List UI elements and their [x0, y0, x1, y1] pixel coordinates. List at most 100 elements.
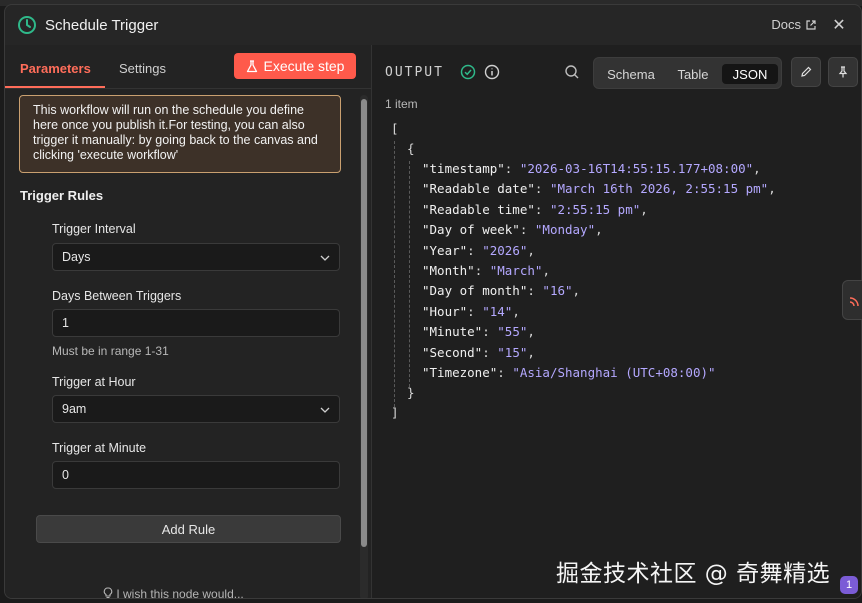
json-row: "timestamp": "2026-03-16T14:55:15.177+08… — [422, 159, 761, 179]
json-row: "Hour": "14", — [422, 302, 520, 322]
node-details-modal: Schedule Trigger Docs ✕ Parameters Setti… — [4, 4, 862, 599]
json-key[interactable]: "Year" — [422, 243, 467, 258]
publish-notice: This workflow will run on the schedule y… — [19, 95, 341, 173]
feed-icon — [849, 297, 859, 307]
trigger-hour-select[interactable]: 9am — [52, 395, 340, 423]
tab-parameters[interactable]: Parameters — [20, 61, 91, 76]
json-row: "Day of week": "Monday", — [422, 220, 603, 240]
view-schema-button[interactable]: Schema — [600, 64, 662, 84]
json-value[interactable]: "March" — [490, 263, 543, 278]
json-close-brace: } — [407, 385, 415, 400]
json-comma: , — [527, 242, 535, 258]
close-button[interactable]: ✕ — [831, 15, 847, 35]
json-value[interactable]: "16" — [542, 283, 572, 298]
json-row: "Second": "15", — [422, 343, 535, 363]
json-separator: : — [497, 365, 513, 380]
json-separator: : — [474, 263, 490, 278]
feedback-label: I wish this node would... — [116, 587, 244, 599]
json-key[interactable]: "Day of month" — [422, 283, 527, 298]
json-row: "Minute": "55", — [422, 322, 535, 342]
lightbulb-icon — [103, 587, 113, 598]
side-panel-tab[interactable] — [842, 280, 862, 320]
json-row: "Timezone": "Asia/Shanghai (UTC+08:00)" — [422, 363, 716, 383]
json-comma: , — [542, 263, 550, 278]
modal-title: Schedule Trigger — [45, 16, 159, 34]
json-value[interactable]: "Monday" — [535, 222, 595, 237]
success-check-icon — [460, 64, 476, 80]
json-key[interactable]: "Readable date" — [422, 181, 535, 196]
json-value[interactable]: "15" — [497, 345, 527, 360]
modal-header: Schedule Trigger — [5, 5, 861, 45]
trigger-interval-select[interactable]: Days — [52, 243, 340, 271]
json-separator: : — [467, 242, 483, 258]
json-comma: , — [640, 201, 648, 217]
view-mode-switch: Schema Table JSON — [593, 57, 782, 89]
json-value[interactable]: "Asia/Shanghai (UTC+08:00)" — [512, 365, 715, 380]
json-value[interactable]: "14" — [482, 304, 512, 319]
json-open-bracket: [ — [391, 121, 399, 136]
add-rule-button[interactable]: Add Rule — [36, 515, 341, 543]
json-row: "Month": "March", — [422, 261, 550, 281]
notification-badge[interactable]: 1 — [840, 576, 858, 594]
json-comma: , — [768, 181, 776, 197]
json-row: "Readable date": "March 16th 2026, 2:55:… — [422, 179, 776, 199]
json-key[interactable]: "timestamp" — [422, 161, 505, 176]
pin-data-button[interactable] — [828, 57, 858, 87]
json-row: "Year": "2026", — [422, 241, 535, 261]
view-table-button[interactable]: Table — [664, 64, 722, 84]
json-open-brace: { — [407, 141, 415, 156]
trigger-rules-title: Trigger Rules — [20, 188, 104, 203]
days-between-value: 1 — [62, 316, 69, 330]
active-tab-indicator — [5, 86, 105, 88]
flask-icon — [246, 59, 257, 72]
json-key[interactable]: "Minute" — [422, 324, 482, 339]
json-key[interactable]: "Timezone" — [422, 365, 497, 380]
json-comma: , — [527, 324, 535, 340]
json-comma: , — [595, 222, 603, 238]
json-key[interactable]: "Month" — [422, 263, 475, 278]
days-between-hint: Must be in range 1-31 — [52, 344, 169, 358]
output-label: OUTPUT — [385, 65, 444, 80]
json-value[interactable]: "2026" — [482, 243, 527, 258]
docs-link[interactable]: Docs — [771, 17, 817, 32]
json-key[interactable]: "Second" — [422, 345, 482, 360]
edit-output-button[interactable] — [791, 57, 821, 87]
chevron-down-icon — [320, 407, 330, 413]
json-key[interactable]: "Readable time" — [422, 202, 535, 217]
chevron-down-icon — [320, 255, 330, 261]
json-separator: : — [534, 181, 550, 197]
json-indent-guide — [409, 161, 410, 387]
output-panel: OUTPUT Schema Table JSON 1 item [{"tim… — [372, 45, 861, 598]
json-value[interactable]: "2:55:15 pm" — [550, 202, 640, 217]
json-comma: , — [572, 283, 581, 299]
json-separator: : — [534, 201, 550, 217]
json-comma: , — [753, 161, 761, 176]
info-icon[interactable] — [484, 64, 500, 80]
json-comma: , — [512, 303, 520, 319]
json-separator: : — [527, 283, 543, 299]
json-key[interactable]: "Hour" — [422, 304, 467, 319]
json-value[interactable]: "March 16th 2026, 2:55:15 pm" — [550, 181, 768, 196]
json-close-bracket: ] — [391, 405, 399, 420]
json-value[interactable]: "2026-03-16T14:55:15.177+08:00" — [520, 161, 753, 176]
search-icon[interactable] — [564, 64, 580, 80]
days-between-input[interactable]: 1 — [52, 309, 340, 337]
json-value[interactable]: "55" — [497, 324, 527, 339]
trigger-interval-label: Trigger Interval — [52, 222, 136, 236]
clock-icon — [18, 16, 36, 34]
trigger-minute-value: 0 — [62, 468, 69, 482]
feedback-link[interactable]: I wish this node would... — [103, 587, 244, 599]
trigger-minute-input[interactable]: 0 — [52, 461, 340, 489]
parameters-panel: Parameters Settings Execute step This wo… — [5, 45, 371, 599]
pencil-icon — [801, 66, 812, 77]
json-separator: : — [504, 161, 520, 176]
view-json-button[interactable]: JSON — [722, 64, 778, 84]
json-separator: : — [519, 222, 535, 238]
scrollbar-thumb[interactable] — [361, 99, 367, 547]
json-separator: : — [482, 324, 498, 340]
trigger-hour-value: 9am — [62, 402, 87, 416]
json-row: "Readable time": "2:55:15 pm", — [422, 200, 648, 220]
execute-step-button[interactable]: Execute step — [234, 53, 356, 79]
json-key[interactable]: "Day of week" — [422, 222, 520, 237]
tab-settings[interactable]: Settings — [119, 61, 166, 76]
